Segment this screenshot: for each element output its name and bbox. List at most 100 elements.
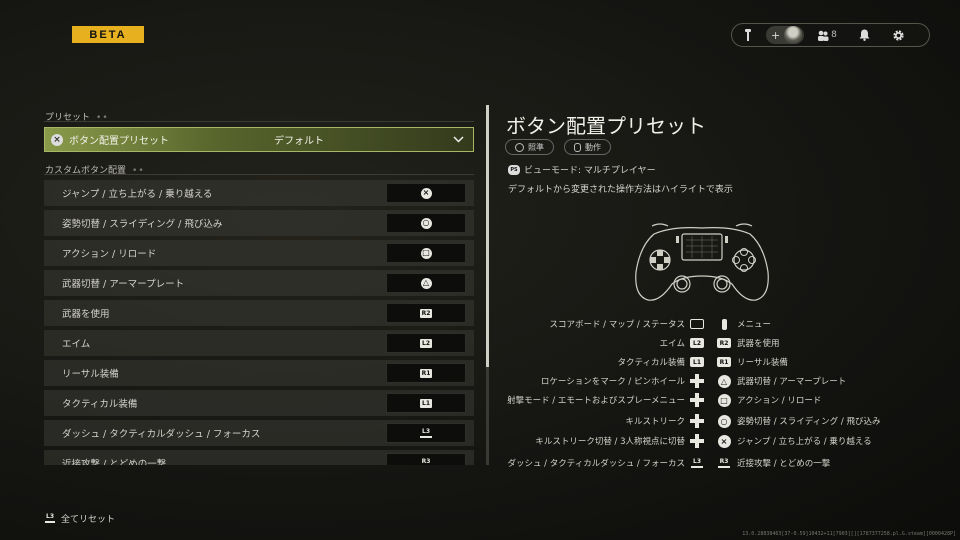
mapping-row: ロケーションをマーク / ピンホイール <box>541 374 704 388</box>
binding-row[interactable]: ジャンプ / 立ち上がる / 乗り越える × <box>44 180 474 206</box>
mapping-glyph <box>690 414 704 428</box>
friends-button[interactable]: 8 <box>814 27 840 43</box>
mapping-label: 射撃モード / エモートおよびスプレーメニュー <box>507 396 685 406</box>
shoulder-button-icon: R2 <box>717 338 731 348</box>
mapping-label: ロケーションをマーク / ピンホイール <box>540 377 685 387</box>
binding-button-slot[interactable]: L3 <box>386 423 466 443</box>
binding-row[interactable]: ダッシュ / タクティカルダッシュ / フォーカス L3 <box>44 420 474 446</box>
shoulder-button-icon: R1 <box>717 357 731 367</box>
mapping-row: キルストリーク切替 / 3人称視点に切替 <box>535 434 704 448</box>
binding-button-slot[interactable]: R2 <box>386 303 466 323</box>
mapping-label: キルストリーク <box>625 417 685 427</box>
binding-row[interactable]: タクティカル装備 L1 <box>44 390 474 416</box>
ps-button-icon: PS <box>508 164 520 175</box>
stick-button-label: L3 <box>422 427 430 435</box>
binding-action-label: エイム <box>62 339 91 350</box>
binding-button-slot[interactable]: × <box>386 183 466 203</box>
notification-bell-icon[interactable] <box>856 27 872 43</box>
mapping-row: R1 リーサル装備 <box>717 355 788 369</box>
settings-gear-icon[interactable] <box>890 27 906 43</box>
channel-icon[interactable] <box>740 27 756 43</box>
avatar <box>784 26 803 44</box>
preset-dropdown-value: デフォルト <box>274 136 324 147</box>
shoulder-button-icon: L1 <box>690 357 704 367</box>
stick-bar <box>718 465 730 468</box>
tab-movement-label: 動作 <box>585 142 601 152</box>
binding-action-label: ダッシュ / タクティカルダッシュ / フォーカス <box>62 429 261 440</box>
mapping-label: メニュー <box>737 320 772 330</box>
binding-button-slot[interactable]: ○ <box>386 213 466 233</box>
mapping-label: タクティカル装備 <box>617 358 686 368</box>
binding-row[interactable]: エイム L2 <box>44 330 474 356</box>
mapping-glyph <box>690 393 704 407</box>
binding-button-slot[interactable]: R3 <box>386 453 466 465</box>
face-button-icon: △ <box>717 374 731 388</box>
plus-icon: + <box>771 28 781 42</box>
face-button-icon: ○ <box>420 217 432 229</box>
dpad-icon <box>690 393 704 407</box>
mapping-row: □ アクション / リロード <box>717 393 821 407</box>
mapping-row: R2 武器を使用 <box>717 336 780 350</box>
mapping-row: タクティカル装備 L1 <box>617 355 704 369</box>
binding-row[interactable]: 姿勢切替 / スライディング / 飛び込み ○ <box>44 210 474 236</box>
controller-diagram <box>635 223 769 301</box>
mapping-label: 近接攻撃 / とどめの一撃 <box>737 459 831 469</box>
binding-action-label: ジャンプ / 立ち上がる / 乗り越える <box>62 189 213 200</box>
divider <box>44 121 474 122</box>
top-status-bar: + 8 <box>731 23 930 47</box>
binding-button-slot[interactable]: △ <box>386 273 466 293</box>
binding-action-label: 武器切替 / アーマープレート <box>62 279 185 290</box>
binding-action-label: リーサル装備 <box>62 369 119 380</box>
mapping-row: エイム L2 <box>660 336 704 350</box>
mapping-glyph: R3 <box>717 456 731 470</box>
version-string: 13.0.28838463[37-0.59]10432+11[7903][][1… <box>742 531 956 537</box>
stick-button-icon: R3 <box>420 458 432 466</box>
binding-action-label: タクティカル装備 <box>62 399 138 410</box>
tab-aim[interactable]: 照準 <box>505 139 554 155</box>
binding-action-label: 武器を使用 <box>62 309 110 320</box>
view-mode[interactable]: PS ビューモード: マルチプレイヤー <box>508 163 656 176</box>
mapping-glyph: ○ <box>717 414 731 428</box>
binding-button-slot[interactable]: □ <box>386 243 466 263</box>
mapping-label: ジャンプ / 立ち上がる / 乗り越える <box>737 437 872 447</box>
face-button-icon: □ <box>717 393 731 407</box>
aim-icon <box>515 142 524 152</box>
mapping-label: リーサル装備 <box>737 358 788 368</box>
view-mode-label: ビューモード: マルチプレイヤー <box>524 166 656 176</box>
shoulder-button-icon: R2 <box>419 308 433 318</box>
binding-button-slot[interactable]: L2 <box>386 333 466 353</box>
chevron-down-icon <box>453 133 473 146</box>
face-button-icon: ○ <box>717 414 731 428</box>
binding-button-slot[interactable]: L1 <box>386 393 466 413</box>
mapping-glyph: × <box>717 434 731 448</box>
button-binding-list[interactable]: ジャンプ / 立ち上がる / 乗り越える × 姿勢切替 / スライディング / 飛び… <box>44 180 474 465</box>
binding-row[interactable]: 近接攻撃 / とどめの一撃 R3 <box>44 450 474 465</box>
dpad-icon <box>690 434 704 448</box>
beta-badge: BETA <box>72 26 144 43</box>
reset-all-label: 全てリセット <box>61 515 116 525</box>
binding-button-slot[interactable]: R1 <box>386 363 466 383</box>
mapping-row: ○ 姿勢切替 / スライディング / 飛び込み <box>717 414 880 428</box>
touchpad-icon <box>690 319 704 329</box>
tab-aim-label: 照準 <box>528 142 544 152</box>
scrollbar-thumb[interactable] <box>486 105 489 367</box>
binding-row[interactable]: 武器切替 / アーマープレート △ <box>44 270 474 296</box>
reset-all-button[interactable]: L3 全てリセット <box>45 512 115 525</box>
binding-row[interactable]: 武器を使用 R2 <box>44 300 474 326</box>
mapping-glyph: L2 <box>690 336 704 350</box>
mapping-label: スコアボード / マップ / ステータス <box>549 320 685 330</box>
binding-row[interactable]: リーサル装備 R1 <box>44 360 474 386</box>
mapping-row: スコアボード / マップ / ステータス <box>549 317 704 331</box>
close-icon[interactable]: × <box>51 133 63 146</box>
preset-dropdown[interactable]: × ボタン配置プリセット デフォルト <box>44 127 474 152</box>
mapping-row: キルストリーク <box>625 414 704 428</box>
mapping-glyph: R1 <box>717 355 731 369</box>
stick-button-icon: R3 <box>718 457 730 468</box>
stick-button-label: R3 <box>719 457 729 465</box>
party-invite-button[interactable]: + <box>766 26 804 44</box>
mouse-icon <box>574 142 581 152</box>
friends-count: 8 <box>831 30 837 40</box>
divider <box>44 174 474 175</box>
binding-row[interactable]: アクション / リロード □ <box>44 240 474 266</box>
tab-movement[interactable]: 動作 <box>564 139 611 155</box>
